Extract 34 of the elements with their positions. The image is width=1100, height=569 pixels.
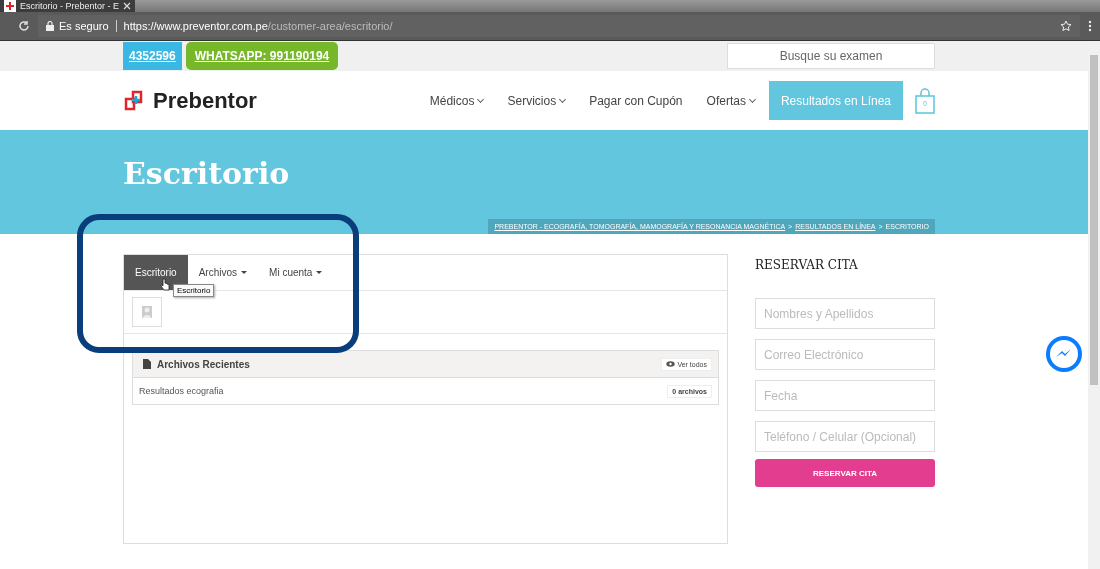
browser-tab-title: Escritorio - Prebentor - E <box>20 1 119 11</box>
url-text: https://www.preventor.com.pe/customer-area/escritorio/ <box>123 20 394 32</box>
lock-icon <box>46 21 54 31</box>
scrollbar[interactable] <box>1088 41 1100 569</box>
recent-files-title: Archivos Recientes <box>157 358 250 370</box>
hand-cursor-icon <box>160 278 170 291</box>
nav-link[interactable]: Ofertas <box>706 93 755 108</box>
nav-link[interactable]: Pagar con Cupón <box>589 93 683 108</box>
avatar-icon <box>132 297 162 327</box>
folder-name[interactable]: Resultados ecografia <box>139 386 224 396</box>
messenger-chat-icon[interactable] <box>1046 336 1082 372</box>
tooltip: Escritorio <box>173 284 215 297</box>
menu-icon[interactable] <box>1088 20 1092 32</box>
browser-tab[interactable]: Escritorio - Prebentor - E <box>0 0 135 12</box>
address-bar[interactable]: Es seguro https://www.preventor.com.pe/customer-area/escritorio/ <box>38 15 1080 37</box>
search-field[interactable]: Busque su examen <box>727 43 935 69</box>
page-title: Escritorio <box>123 156 290 191</box>
security-label: Es seguro <box>59 20 109 32</box>
input-field[interactable]: Teléfono / Celular (Opcional) <box>755 421 935 452</box>
eye-icon <box>666 361 676 367</box>
input-field[interactable]: Nombres y Apellidos <box>755 298 935 329</box>
site-favicon-icon <box>4 0 16 12</box>
nav-link[interactable]: Médicos <box>429 93 484 108</box>
input-field[interactable]: Correo Electrónico <box>755 339 935 370</box>
nav-link[interactable]: Servicios <box>507 93 566 108</box>
bookmark-star-icon[interactable] <box>1060 20 1072 32</box>
booking-title: RESERVAR CITA <box>755 258 859 272</box>
file-icon <box>143 359 151 369</box>
input-field[interactable]: Fecha <box>755 380 935 411</box>
book-appointment-button[interactable]: RESERVAR CITA <box>755 459 935 487</box>
close-icon[interactable] <box>123 2 131 10</box>
reload-icon[interactable] <box>18 20 30 32</box>
logo-text[interactable]: Prebentor <box>153 87 257 114</box>
panel-tab[interactable]: Mi cuenta <box>258 255 334 290</box>
